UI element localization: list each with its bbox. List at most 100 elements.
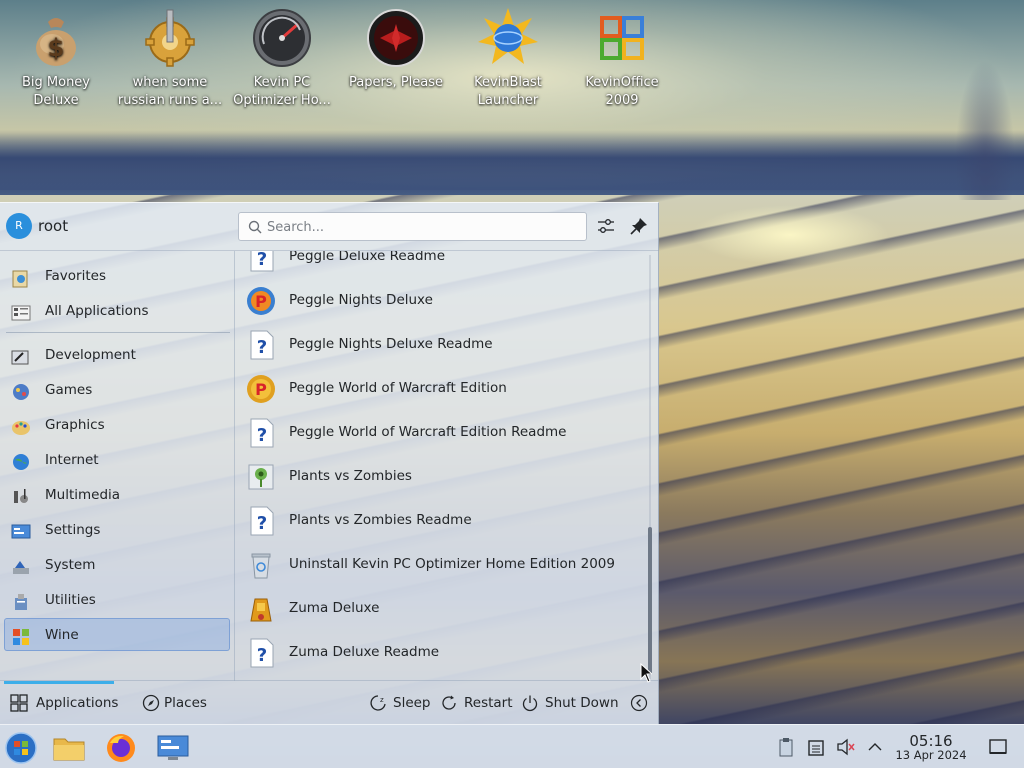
category-system[interactable]: System — [4, 548, 230, 581]
speedometer-icon — [252, 8, 312, 68]
start-menu-button[interactable] — [4, 731, 38, 765]
show-desktop-icon — [989, 739, 1007, 754]
app-zuma-deluxe[interactable]: Zuma Deluxe — [241, 587, 641, 631]
category-graphics[interactable]: Graphics — [4, 408, 230, 441]
svg-text:?: ? — [257, 513, 267, 534]
tab-places[interactable]: Places — [132, 681, 222, 725]
app-label: Peggle World of Warcraft Edition — [289, 380, 507, 396]
avatar[interactable]: R — [6, 213, 32, 239]
shut-down-button[interactable]: Shut Down — [521, 681, 619, 725]
svg-text:?: ? — [257, 251, 267, 270]
system-settings-launcher[interactable] — [156, 731, 190, 765]
system-icon — [13, 561, 29, 574]
app-peggle-wow-edition[interactable]: P Peggle World of Warcraft Edition — [241, 367, 641, 411]
clipboard-tray-button[interactable] — [776, 737, 796, 757]
taskbar: 05:16 13 Apr 2024 — [0, 724, 1024, 768]
readme-icon: ? — [250, 330, 274, 360]
notes-tray-button[interactable] — [806, 737, 826, 757]
category-multimedia[interactable]: Multimedia — [4, 478, 230, 511]
category-list: Favorites All Applications Development G… — [0, 251, 234, 681]
category-label: Games — [45, 382, 93, 398]
settings-icon — [11, 524, 31, 539]
pin-button[interactable] — [628, 215, 650, 237]
notes-icon — [808, 740, 824, 756]
app-uninstall-kevin-pc-optimizer[interactable]: Uninstall Kevin PC Optimizer Home Editio… — [241, 543, 641, 587]
app-peggle-wow-edition-readme[interactable]: ? Peggle World of Warcraft Edition Readm… — [241, 411, 641, 455]
search-input[interactable] — [267, 217, 567, 237]
desktop-icon-label: Papers, Please — [348, 75, 444, 90]
graphics-icon — [12, 421, 30, 435]
category-settings[interactable]: Settings — [4, 513, 230, 546]
category-utilities[interactable]: Utilities — [4, 583, 230, 616]
svg-text:P: P — [255, 380, 267, 399]
readme-icon: ? — [250, 251, 274, 272]
scrollbar-thumb[interactable] — [648, 527, 652, 675]
desktop-icon-big-money-deluxe[interactable]: $ Big Money Deluxe — [0, 8, 112, 110]
app-label: Plants vs Zombies — [289, 468, 412, 484]
category-label: Wine — [45, 627, 79, 643]
search-icon — [248, 220, 262, 234]
papers-please-icon — [366, 8, 426, 68]
category-label: All Applications — [45, 303, 149, 319]
app-label: Peggle Deluxe Readme — [289, 251, 446, 264]
category-favorites[interactable]: Favorites — [4, 259, 230, 292]
show-hidden-tray-button[interactable] — [865, 737, 885, 757]
application-launcher: R root Search... Favorites All Applicati… — [0, 202, 659, 724]
development-icon — [11, 350, 29, 365]
sleep-button[interactable]: z Sleep — [369, 681, 433, 725]
category-label: Favorites — [45, 268, 106, 284]
desktop-icon-russian[interactable]: when some russian runs a... — [114, 8, 226, 110]
app-peggle-nights-deluxe[interactable]: P Peggle Nights Deluxe — [241, 279, 641, 323]
configure-icon — [598, 219, 614, 233]
desktop-icon-papers-please[interactable]: Papers, Please — [340, 8, 452, 92]
file-manager-launcher[interactable] — [52, 731, 86, 765]
restart-label: Restart — [464, 695, 513, 711]
search-box[interactable] — [238, 212, 587, 241]
svg-text:$: $ — [48, 34, 65, 62]
volume-tray-button[interactable] — [836, 737, 856, 757]
desktop-icon-kevin-pc-optimizer[interactable]: Kevin PC Optimizer Ho... — [226, 8, 338, 110]
category-all-applications[interactable]: All Applications — [4, 294, 230, 327]
compass-icon — [142, 694, 160, 712]
all-applications-icon — [11, 305, 31, 321]
svg-text:?: ? — [257, 337, 267, 358]
desktop-icon-kevinblast-launcher[interactable]: KevinBlast Launcher — [452, 8, 564, 110]
tab-label: Applications — [36, 695, 119, 711]
category-games[interactable]: Games — [4, 373, 230, 406]
app-zuma-deluxe-readme[interactable]: ? Zuma Deluxe Readme — [241, 631, 641, 675]
category-label: Development — [45, 347, 136, 363]
category-development[interactable]: Development — [4, 338, 230, 371]
configure-button[interactable] — [595, 215, 617, 237]
show-desktop-button[interactable] — [988, 737, 1008, 757]
firefox-launcher[interactable] — [104, 731, 138, 765]
money-bag-icon: $ — [26, 8, 86, 68]
app-plants-vs-zombies-readme[interactable]: ? Plants vs Zombies Readme — [241, 499, 641, 543]
recycle-bin-icon — [251, 553, 271, 579]
app-list-scrollbar[interactable] — [646, 255, 654, 679]
svg-text:?: ? — [257, 425, 267, 446]
peggle-icon: P — [247, 375, 275, 403]
svg-text:?: ? — [257, 645, 267, 666]
username: root — [38, 217, 69, 235]
desktop-icon-kevinoffice-2009[interactable]: KevinOffice 2009 — [566, 8, 678, 110]
app-peggle-nights-deluxe-readme[interactable]: ? Peggle Nights Deluxe Readme — [241, 323, 641, 367]
svg-text:z: z — [380, 696, 384, 704]
category-wine[interactable]: Wine — [4, 618, 230, 651]
category-label: System — [45, 557, 96, 573]
app-label: Uninstall Kevin PC Optimizer Home Editio… — [289, 556, 615, 572]
category-internet[interactable]: Internet — [4, 443, 230, 476]
readme-icon: ? — [250, 638, 274, 668]
favorites-icon — [12, 270, 28, 288]
desktop-icon-label: when some russian runs a... — [117, 75, 223, 108]
app-peggle-deluxe-readme[interactable]: ? Peggle Deluxe Readme — [241, 251, 641, 279]
desktop-icon-label: Kevin PC Optimizer Ho... — [233, 75, 331, 108]
category-label: Multimedia — [45, 487, 121, 503]
app-plants-vs-zombies[interactable]: Plants vs Zombies — [241, 455, 641, 499]
peggle-icon: P — [247, 287, 275, 315]
chevron-up-icon — [868, 743, 882, 751]
restart-button[interactable]: Restart — [440, 681, 513, 725]
sleep-label: Sleep — [393, 695, 431, 711]
more-power-options-button[interactable] — [630, 681, 650, 725]
clock-date[interactable]: 13 Apr 2024 — [888, 748, 974, 762]
tab-applications[interactable]: Applications — [0, 681, 124, 725]
